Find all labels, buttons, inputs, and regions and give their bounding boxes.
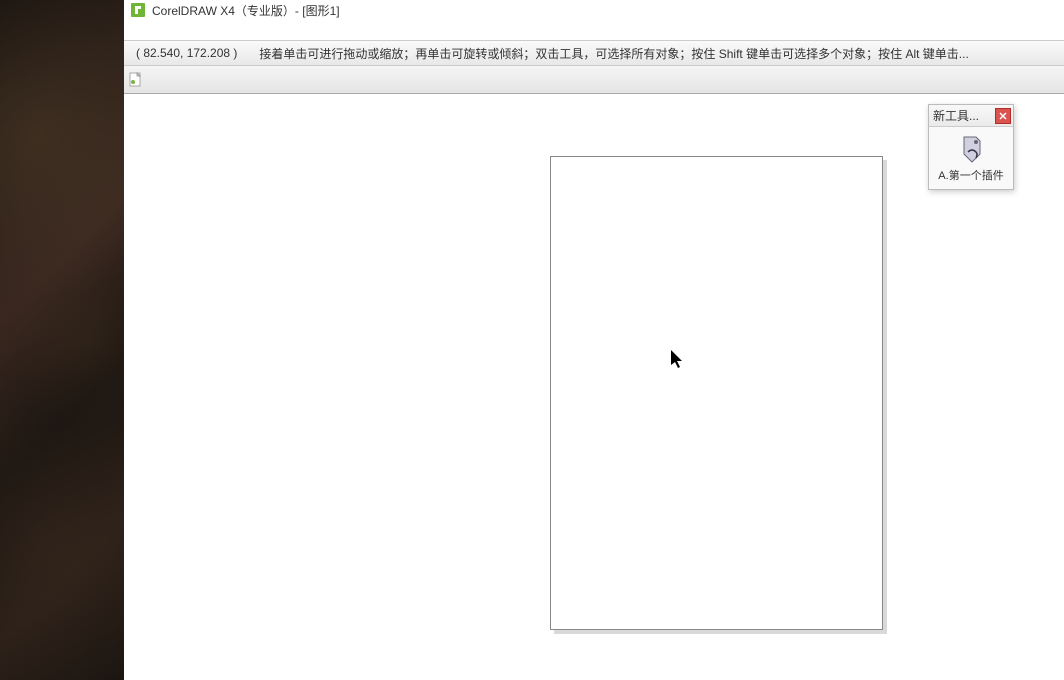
document-tabbar[interactable] [124, 66, 1064, 94]
app-icon [130, 2, 146, 18]
docker-body: A.第一个插件 [929, 127, 1013, 189]
canvas-workspace[interactable]: 新工具... A.第一个插件 [124, 94, 1064, 680]
plugin-tag-icon[interactable] [955, 133, 987, 165]
document-tab-icon[interactable] [128, 72, 144, 88]
coordinates-display: ( 82.540, 172.208 ) [124, 46, 249, 60]
plugin-label[interactable]: A.第一个插件 [938, 167, 1003, 183]
menubar[interactable] [124, 20, 1064, 40]
hint-text: 接着单击可进行拖动或缩放；再单击可旋转或倾斜；双击工具，可选择所有对象；按住 S… [249, 45, 968, 62]
docker-title: 新工具... [933, 107, 979, 124]
desktop-background [0, 0, 124, 680]
docker-panel[interactable]: 新工具... A.第一个插件 [928, 104, 1014, 190]
titlebar[interactable]: CorelDRAW X4（专业版）- [图形1] [124, 0, 1064, 20]
close-button[interactable] [995, 108, 1011, 124]
page-canvas[interactable] [550, 156, 883, 630]
coreldraw-window: CorelDRAW X4（专业版）- [图形1] ( 82.540, 172.2… [124, 0, 1064, 680]
docker-header[interactable]: 新工具... [929, 105, 1013, 127]
close-icon [999, 112, 1007, 120]
window-title: CorelDRAW X4（专业版）- [图形1] [152, 2, 340, 19]
status-bar: ( 82.540, 172.208 ) 接着单击可进行拖动或缩放；再单击可旋转或… [124, 40, 1064, 66]
